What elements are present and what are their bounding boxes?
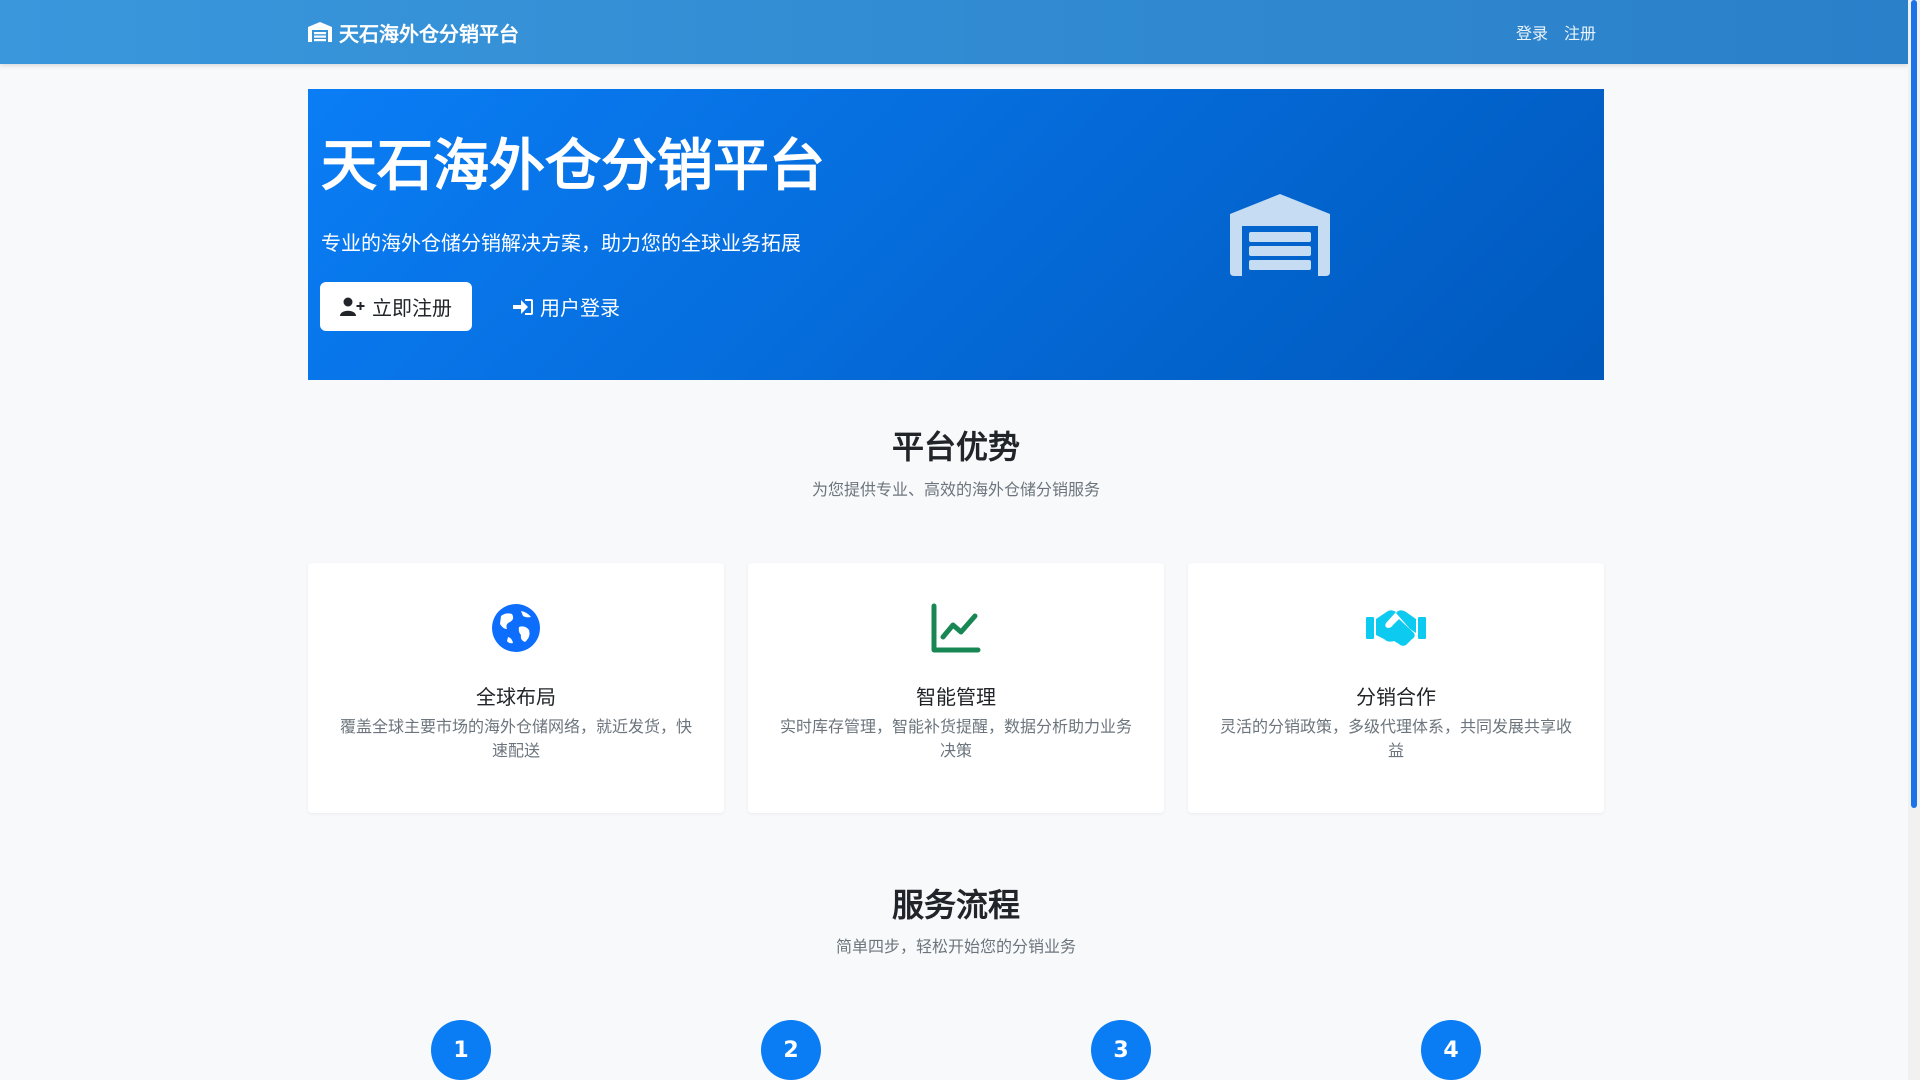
nav-login-link[interactable]: 登录 <box>1516 20 1548 44</box>
process-title: 服务流程 <box>891 886 1020 924</box>
page-scrollbar[interactable] <box>1908 0 1920 1080</box>
sign-in-icon <box>513 298 533 315</box>
card-title: 智能管理 <box>916 685 996 709</box>
globe-icon <box>492 604 540 652</box>
scrollbar-thumb[interactable] <box>1911 0 1917 808</box>
hero-banner: 天石海外仓分销平台 专业的海外仓储分销解决方案，助力您的全球业务拓展 立即注册 … <box>308 89 1604 380</box>
brand[interactable]: 天石海外仓分销平台 <box>307 0 519 64</box>
process-subtitle: 简单四步，轻松开始您的分销业务 <box>835 937 1076 956</box>
card-description: 灵活的分销政策，多级代理体系，共同发展共享收益 <box>1219 717 1572 760</box>
step-2-badge: 2 <box>761 1020 821 1080</box>
feature-card-partner: 分销合作 灵活的分销政策，多级代理体系，共同发展共享收益 <box>1188 563 1604 813</box>
chart-line-icon <box>931 603 981 653</box>
brand-text: 天石海外仓分销平台 <box>339 21 519 46</box>
handshake-icon <box>1366 610 1426 646</box>
warehouse-illustration-icon <box>1230 194 1330 276</box>
step-1-badge: 1 <box>431 1020 491 1080</box>
user-plus-icon <box>340 297 365 316</box>
warehouse-icon <box>308 22 332 42</box>
nav-links: 登录 注册 <box>1516 0 1596 64</box>
advantages-title: 平台优势 <box>891 428 1020 466</box>
feature-card-global: 全球布局 覆盖全球主要市场的海外仓储网络，就近发货，快速配送 <box>308 563 724 813</box>
step-4-badge: 4 <box>1421 1020 1481 1080</box>
card-title: 全球布局 <box>476 685 556 709</box>
register-label: 立即注册 <box>372 296 452 320</box>
advantages-subtitle: 为您提供专业、高效的海外仓储分销服务 <box>811 480 1100 499</box>
hero-subtitle: 专业的海外仓储分销解决方案，助力您的全球业务拓展 <box>321 231 801 255</box>
card-description: 实时库存管理，智能补货提醒，数据分析助力业务决策 <box>779 717 1132 760</box>
login-button[interactable]: 用户登录 <box>494 282 638 331</box>
nav-register-link[interactable]: 注册 <box>1564 20 1596 44</box>
hero-title: 天石海外仓分销平台 <box>321 134 825 199</box>
feature-card-smart: 智能管理 实时库存管理，智能补货提醒，数据分析助力业务决策 <box>748 563 1164 813</box>
register-button[interactable]: 立即注册 <box>320 282 472 331</box>
step-3-badge: 3 <box>1091 1020 1151 1080</box>
login-label: 用户登录 <box>540 296 620 320</box>
card-title: 分销合作 <box>1356 685 1436 709</box>
card-description: 覆盖全球主要市场的海外仓储网络，就近发货，快速配送 <box>339 717 692 760</box>
navbar: 天石海外仓分销平台 登录 注册 <box>0 0 1908 64</box>
